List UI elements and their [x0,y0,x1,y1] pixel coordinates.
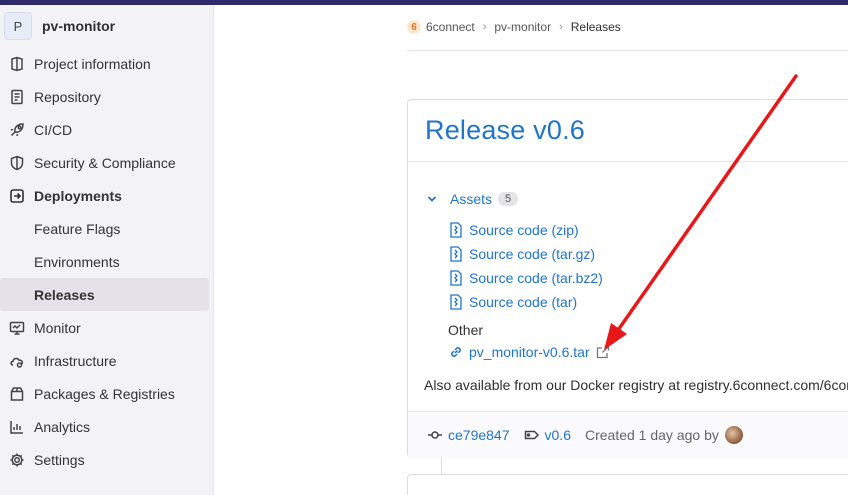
sidebar-item-label: Security & Compliance [34,154,176,171]
sidebar-item-label: Infrastructure [34,352,117,369]
file-zip-icon [450,294,462,310]
tag-icon [524,430,539,440]
sidebar-item-security-compliance[interactable]: Security & Compliance [0,146,213,179]
group-logo-icon: 6 [407,20,421,34]
sidebar: P pv-monitor Project information Reposit… [0,5,214,495]
sidebar-item-label: Monitor [34,319,81,336]
other-asset-label: pv_monitor-v0.6.tar [469,344,590,360]
source-asset-tarbz2-link[interactable]: Source code (tar.bz2) [449,266,603,290]
sidebar-item-label: Feature Flags [34,220,121,237]
release-card: Release v0.6 Assets 5 Source code (zip) … [407,99,848,458]
sidebar-item-feature-flags[interactable]: Feature Flags [0,212,213,245]
cloud-gear-icon [8,352,26,370]
next-release-card [407,474,848,495]
source-asset-zip-link[interactable]: Source code (zip) [449,218,603,242]
sidebar-item-label: Repository [34,88,101,105]
release-title[interactable]: Release v0.6 [425,115,585,146]
source-asset-targz-link[interactable]: Source code (tar.gz) [449,242,603,266]
release-footer: ce79e847 v0.6 Created 1 day ago by [408,411,848,458]
source-asset-list: Source code (zip) Source code (tar.gz) S… [449,218,603,314]
sidebar-item-label: Analytics [34,418,91,435]
rocket-icon [8,121,26,139]
chart-icon [8,418,26,436]
sidebar-nav: Project information Repository CI/CD Sec… [0,47,213,476]
project-avatar: P [4,12,32,40]
breadcrumb-item-current[interactable]: Releases [571,20,621,34]
monitor-icon [8,319,26,337]
assets-toggle[interactable]: Assets 5 [426,191,519,207]
sidebar-item-label: Deployments [34,187,122,204]
breadcrumb-item-project[interactable]: pv-monitor [494,20,551,34]
repository-icon [8,88,26,106]
sidebar-item-label: CI/CD [34,121,73,138]
breadcrumb: 6 6connect › pv-monitor › Releases [407,16,621,38]
chevron-right-icon: › [559,21,563,33]
sidebar-item-label: Settings [34,451,85,468]
release-description: Also available from our Docker registry … [424,377,848,393]
created-text: Created 1 day ago by [584,427,719,443]
release-connector-line [441,457,442,474]
file-zip-icon [450,270,462,286]
asset-label: Source code (tar) [469,294,578,310]
sidebar-item-analytics[interactable]: Analytics [0,410,213,443]
sidebar-item-releases[interactable]: Releases [0,278,209,311]
asset-label: Source code (tar.gz) [469,246,596,262]
sidebar-item-infrastructure[interactable]: Infrastructure [0,344,213,377]
chevron-right-icon: › [482,21,487,33]
sidebar-item-repository[interactable]: Repository [0,80,213,113]
header-divider [407,50,848,51]
sidebar-item-packages-registries[interactable]: Packages & Registries [0,377,213,410]
sidebar-item-environments[interactable]: Environments [0,245,213,278]
chevron-down-icon [427,196,437,202]
deployments-icon [8,187,26,205]
sidebar-item-label: Packages & Registries [34,385,175,402]
commit-sha-link[interactable]: ce79e847 [448,427,510,443]
sidebar-item-label: Releases [34,286,95,303]
file-zip-icon [450,246,462,262]
other-assets-heading: Other [448,322,484,338]
sidebar-item-settings[interactable]: Settings [0,443,213,476]
breadcrumb-item-group[interactable]: 6connect [426,20,475,34]
created-info: Created 1 day ago by [585,426,743,444]
sidebar-item-monitor[interactable]: Monitor [0,311,213,344]
tag-item: v0.6 [524,427,571,443]
asset-label: Source code (zip) [469,222,579,238]
release-header: Release v0.6 [408,100,848,162]
assets-label: Assets [450,191,493,207]
author-avatar[interactable] [724,426,743,444]
assets-count-badge: 5 [498,192,519,206]
sidebar-item-label: Project information [34,55,151,72]
sidebar-item-label: Environments [34,253,120,270]
sidebar-item-project-information[interactable]: Project information [0,47,213,80]
gear-icon [8,451,26,469]
other-asset-link[interactable]: pv_monitor-v0.6.tar [449,344,610,360]
tag-link[interactable]: v0.6 [545,427,571,443]
source-asset-tar-link[interactable]: Source code (tar) [449,290,603,314]
package-icon [8,385,26,403]
sidebar-item-deployments[interactable]: Deployments [0,179,213,212]
link-icon [451,347,461,357]
project-name: pv-monitor [42,18,116,34]
project-icon [8,55,26,73]
commit-item: ce79e847 [427,427,510,443]
sidebar-project-header[interactable]: P pv-monitor [0,5,213,47]
commit-icon [428,431,442,439]
shield-icon [8,154,26,172]
external-link-icon[interactable] [596,345,610,359]
sidebar-item-cicd[interactable]: CI/CD [0,113,213,146]
asset-label: Source code (tar.bz2) [469,270,603,286]
file-zip-icon [450,222,462,238]
